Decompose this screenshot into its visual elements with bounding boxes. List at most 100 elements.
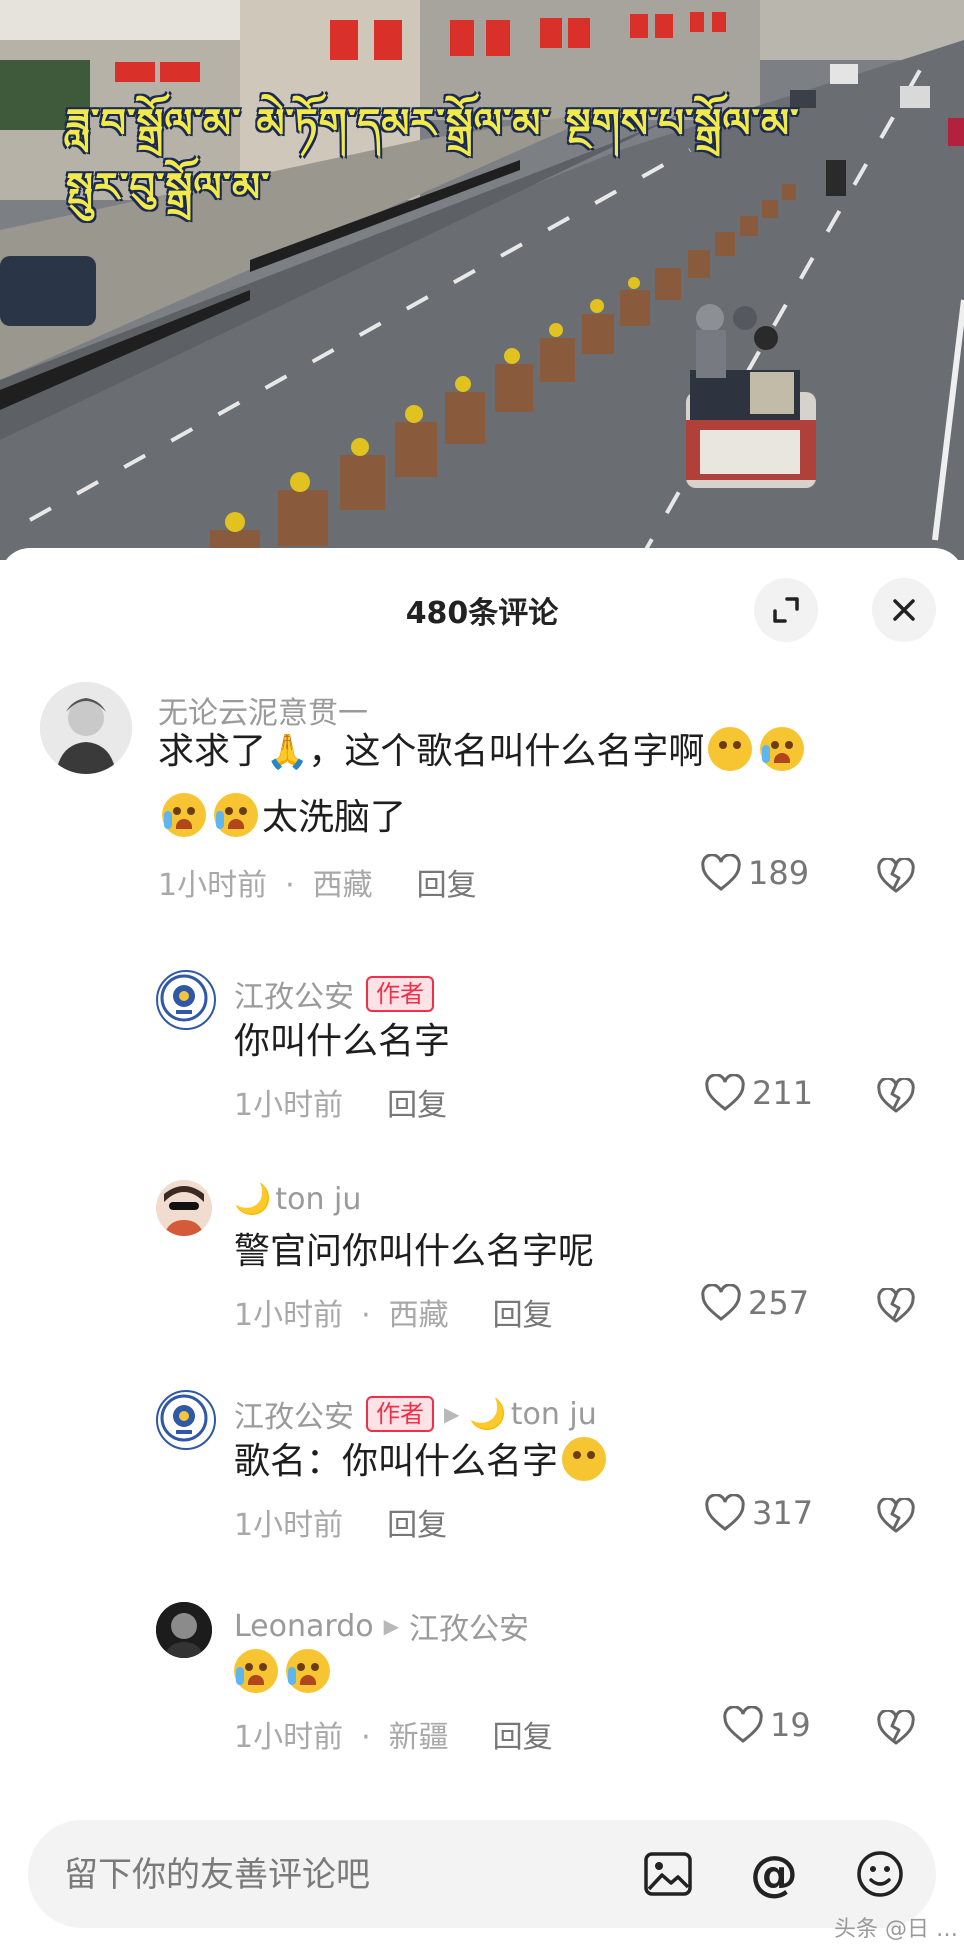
reply-to-username[interactable]: ton ju bbox=[511, 1397, 597, 1432]
police-emblem-avatar bbox=[160, 974, 208, 1022]
reply-time: 1小时前 bbox=[234, 1720, 344, 1755]
like-button[interactable]: 211 bbox=[704, 1074, 813, 1112]
reply-button[interactable]: 回复 bbox=[417, 868, 477, 903]
crying-face-emoji bbox=[760, 727, 805, 771]
avatar[interactable] bbox=[156, 1180, 212, 1236]
avatar[interactable] bbox=[156, 1390, 216, 1450]
dislike-button[interactable] bbox=[876, 1708, 916, 1750]
reply-arrow-icon: ▶ bbox=[444, 1402, 460, 1426]
comments-sheet: 480条评论 无论云泥意贯一 求求了🙏，这个歌名叫什么名字啊 太洗脑了 1小时前… bbox=[0, 548, 964, 1947]
user-avatar-image bbox=[156, 1602, 212, 1658]
dislike-button[interactable] bbox=[876, 856, 916, 898]
comment-text-part: ，这个歌名叫什么名字啊 bbox=[308, 731, 705, 772]
watermark: 头条 @日 … bbox=[834, 1917, 958, 1942]
subtitle-line-2: སྤུར་བུ་སྒྲོལ་མ་ bbox=[66, 165, 271, 211]
moon-icon: 🌙 bbox=[234, 1182, 272, 1217]
reply-meta: 1小时前 回复 bbox=[234, 1080, 447, 1124]
comment-meta: 1小时前 · 西藏 回复 bbox=[158, 860, 477, 904]
reply-time: 1小时前 bbox=[234, 1298, 344, 1333]
author-badge: 作者 bbox=[366, 1396, 434, 1432]
video-subtitle: ཟླ་བ་སྒྲོལ་མ་ མེ་ཏོག་དམར་སྒྲོལ་མ་ སྔགས་པ… bbox=[66, 92, 926, 220]
crying-face-emoji bbox=[162, 793, 206, 837]
heart-icon bbox=[701, 854, 741, 891]
like-button[interactable]: 19 bbox=[722, 1706, 811, 1744]
author-badge: 作者 bbox=[366, 976, 434, 1012]
expand-button[interactable] bbox=[754, 578, 818, 642]
reply-item: 江孜公安 作者 你叫什么名字 1小时前 回复 211 bbox=[0, 966, 964, 1123]
meta-separator: · bbox=[285, 868, 295, 903]
like-button[interactable]: 257 bbox=[700, 1284, 809, 1322]
reply-item: Leonardo ▶ 江孜公安 1小时前 · 新疆 回复 19 bbox=[0, 1598, 964, 1755]
comment-text-part: 求求了 bbox=[158, 731, 267, 772]
reply-time: 1小时前 bbox=[234, 1088, 344, 1123]
broken-heart-icon bbox=[877, 1286, 915, 1323]
reply-button[interactable]: 回复 bbox=[387, 1508, 447, 1543]
like-count: 257 bbox=[748, 1284, 810, 1322]
image-icon bbox=[644, 1852, 692, 1896]
close-icon bbox=[893, 599, 915, 621]
praying-hands-emoji: 🙏 bbox=[266, 732, 309, 772]
reply-button[interactable]: 回复 bbox=[493, 1720, 553, 1755]
reply-username[interactable]: Leonardo bbox=[234, 1609, 374, 1644]
close-button[interactable] bbox=[872, 578, 936, 642]
reply-time: 1小时前 bbox=[234, 1508, 344, 1543]
reply-to-username[interactable]: 江孜公安 bbox=[409, 1604, 529, 1648]
reply-username-row: 🌙 ton ju bbox=[234, 1182, 361, 1217]
like-count: 19 bbox=[770, 1706, 811, 1744]
dislike-button[interactable] bbox=[876, 1076, 916, 1118]
dislike-button[interactable] bbox=[876, 1496, 916, 1538]
reply-location: 新疆 bbox=[388, 1720, 449, 1755]
like-count: 317 bbox=[752, 1494, 814, 1532]
video-player[interactable]: ཟླ་བ་སྒྲོལ་མ་ མེ་ཏོག་དམར་སྒྲོལ་མ་ སྔགས་པ… bbox=[0, 0, 964, 560]
reply-username[interactable]: ton ju bbox=[275, 1182, 361, 1217]
broken-heart-icon bbox=[877, 1496, 915, 1533]
comment-location: 西藏 bbox=[312, 868, 373, 903]
reply-item: 🌙 ton ju 警官问你叫什么名字呢 1小时前 · 西藏 回复 257 bbox=[0, 1176, 964, 1333]
crying-face-emoji bbox=[214, 793, 258, 837]
police-emblem-avatar bbox=[160, 1394, 208, 1442]
like-button[interactable]: 189 bbox=[700, 854, 809, 892]
comment-text-part: 太洗脑了 bbox=[262, 797, 407, 838]
reply-meta: 1小时前 回复 bbox=[234, 1500, 447, 1544]
expand-icon bbox=[773, 597, 799, 623]
laughing-crying-emoji bbox=[286, 1649, 330, 1693]
heart-icon bbox=[701, 1284, 741, 1321]
comment-input[interactable] bbox=[62, 1844, 626, 1906]
laughing-crying-emoji bbox=[234, 1649, 278, 1693]
avatar[interactable] bbox=[156, 1602, 212, 1658]
heart-icon bbox=[723, 1706, 763, 1743]
broken-heart-icon bbox=[877, 856, 915, 893]
reply-text: 你叫什么名字 bbox=[234, 1021, 451, 1062]
broken-heart-icon bbox=[877, 1076, 915, 1113]
mention-button[interactable]: @ bbox=[746, 1846, 802, 1902]
comment-time: 1小时前 bbox=[158, 868, 268, 903]
like-count: 189 bbox=[748, 854, 810, 892]
frowning-face-emoji bbox=[708, 727, 753, 771]
dislike-button[interactable] bbox=[876, 1286, 916, 1328]
reply-button[interactable]: 回复 bbox=[493, 1298, 553, 1333]
avatar-portrait bbox=[40, 682, 132, 774]
comment-text: 求求了🙏，这个歌名叫什么名字啊 bbox=[158, 720, 808, 784]
moon-icon: 🌙 bbox=[469, 1396, 507, 1432]
reply-meta: 1小时前 · 新疆 回复 bbox=[234, 1712, 553, 1756]
subtitle-line-1: ཟླ་བ་སྒྲོལ་མ་ མེ་ཏོག་དམར་སྒྲོལ་མ་ སྔགས་པ… bbox=[66, 101, 800, 147]
heart-icon bbox=[705, 1494, 745, 1531]
thinking-face-emoji bbox=[562, 1437, 607, 1481]
comment-item: 无论云泥意贯一 求求了🙏，这个歌名叫什么名字啊 太洗脑了 1小时前 · 西藏 回复 1… bbox=[0, 682, 964, 903]
reply-text bbox=[230, 1642, 334, 1706]
reply-arrow-icon: ▶ bbox=[383, 1614, 399, 1638]
emoji-button[interactable] bbox=[852, 1846, 908, 1902]
reply-text-part: 歌名：你叫什么名字 bbox=[234, 1441, 559, 1482]
like-count: 211 bbox=[752, 1074, 814, 1112]
reply-item: 江孜公安 作者 ▶ 🌙 ton ju 歌名：你叫什么名字 1小时前 回复 317 bbox=[0, 1386, 964, 1543]
avatar[interactable] bbox=[40, 682, 132, 774]
image-button[interactable] bbox=[640, 1846, 696, 1902]
reply-text: 警官问你叫什么名字呢 bbox=[234, 1231, 595, 1272]
like-button[interactable]: 317 bbox=[704, 1494, 813, 1532]
avatar[interactable] bbox=[156, 970, 216, 1030]
reply-button[interactable]: 回复 bbox=[387, 1088, 447, 1123]
user-avatar-image bbox=[156, 1180, 212, 1236]
comments-count-title: 480条评论 bbox=[405, 596, 559, 631]
reply-location: 西藏 bbox=[388, 1298, 449, 1333]
comment-text-line2: 太洗脑了 bbox=[158, 786, 406, 850]
